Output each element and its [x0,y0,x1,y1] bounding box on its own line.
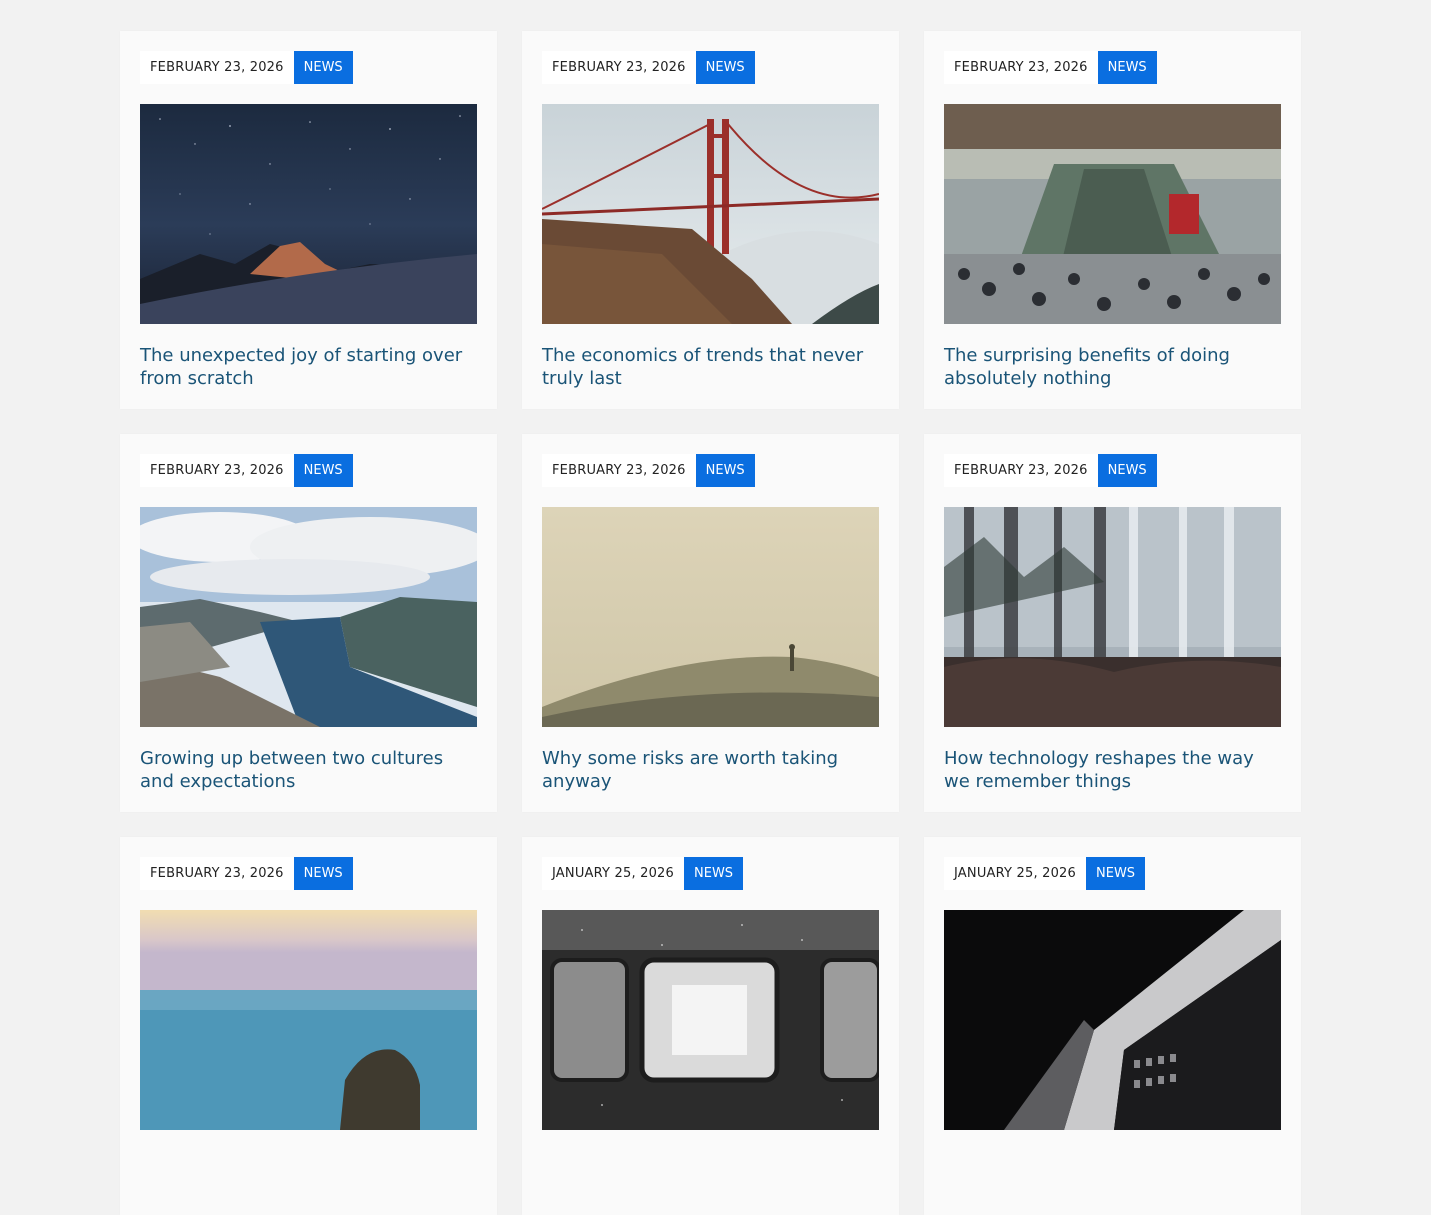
category-badge[interactable]: NEWS [695,454,755,487]
post-title[interactable]: How technology reshapes the way we remem… [944,747,1281,793]
post-card: JANUARY 25, 2026 NEWS [924,837,1301,1215]
post-title[interactable]: Why some risks are worth taking anyway [542,747,879,793]
post-meta: JANUARY 25, 2026 NEWS [542,857,879,890]
post-title[interactable]: The surprising benefits of doing absolut… [944,344,1281,390]
post-thumbnail-fjord[interactable] [140,507,477,727]
category-badge[interactable]: NEWS [684,857,744,890]
post-title[interactable]: Growing up between two cultures and expe… [140,747,477,793]
post-date: FEBRUARY 23, 2026 [542,454,696,487]
post-thumbnail-sea-rock[interactable] [140,910,477,1130]
post-thumbnail-foggy-hill[interactable] [542,507,879,727]
category-badge[interactable]: NEWS [1097,51,1157,84]
post-card: FEBRUARY 23, 2026 NEWS Why some risks ar… [522,434,899,812]
post-card: FEBRUARY 23, 2026 NEWS [522,31,899,409]
post-meta: FEBRUARY 23, 2026 NEWS [542,454,879,487]
post-card: JANUARY 25, 2026 NEWS [522,837,899,1215]
post-thumbnail-misty-forest[interactable] [944,507,1281,727]
post-thumbnail-building[interactable] [944,910,1281,1130]
post-date: FEBRUARY 23, 2026 [140,454,294,487]
post-card: FEBRUARY 23, 2026 NEWS [924,434,1301,812]
category-badge[interactable]: NEWS [695,51,755,84]
post-card: FEBRUARY 23, 2026 NEWS [120,31,497,409]
post-card: FEBRUARY 23, 2026 NEWS The surprising be… [924,31,1301,409]
post-card: FEBRUARY 23, 2026 NEWS [120,837,497,1215]
post-date: JANUARY 25, 2026 [542,857,684,890]
category-badge[interactable]: NEWS [293,51,353,84]
category-badge[interactable]: NEWS [293,454,353,487]
post-meta: FEBRUARY 23, 2026 NEWS [944,51,1281,84]
post-title[interactable]: The unexpected joy of starting over from… [140,344,477,390]
post-date: FEBRUARY 23, 2026 [542,51,696,84]
post-meta: FEBRUARY 23, 2026 NEWS [140,857,477,890]
post-thumbnail-crowded-station[interactable] [944,104,1281,324]
post-meta: FEBRUARY 23, 2026 NEWS [944,454,1281,487]
post-thumbnail-night-sky[interactable] [140,104,477,324]
post-grid: FEBRUARY 23, 2026 NEWS The unexpected jo… [120,31,1301,1215]
post-card: FEBRUARY 23, 2026 NEWS Growing up betwee… [120,434,497,812]
post-thumbnail-golden-gate[interactable] [542,104,879,324]
post-meta: JANUARY 25, 2026 NEWS [944,857,1281,890]
category-badge[interactable]: NEWS [1086,857,1146,890]
post-date: FEBRUARY 23, 2026 [944,454,1098,487]
post-thumbnail-train-window[interactable] [542,910,879,1130]
post-meta: FEBRUARY 23, 2026 NEWS [542,51,879,84]
category-badge[interactable]: NEWS [293,857,353,890]
post-meta: FEBRUARY 23, 2026 NEWS [140,454,477,487]
post-date: FEBRUARY 23, 2026 [140,51,294,84]
post-title[interactable]: The economics of trends that never truly… [542,344,879,390]
post-date: FEBRUARY 23, 2026 [944,51,1098,84]
post-meta: FEBRUARY 23, 2026 NEWS [140,51,477,84]
post-date: FEBRUARY 23, 2026 [140,857,294,890]
post-date: JANUARY 25, 2026 [944,857,1086,890]
category-badge[interactable]: NEWS [1097,454,1157,487]
